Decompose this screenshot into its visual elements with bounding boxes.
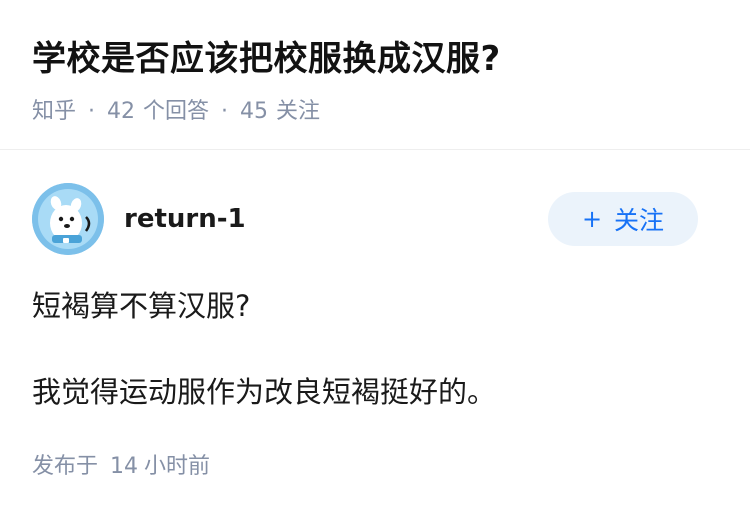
follow-button-label: 关注 [614,206,665,235]
publish-number: 14 [110,454,139,479]
meta-separator: · [221,99,229,124]
question-meta: 知乎 · 42 个回答 · 45 关注 [32,96,718,128]
avatar-icon [32,183,104,255]
avatar[interactable] [32,183,104,255]
follow-count: 45 关注 [240,96,320,128]
author-name[interactable]: return-1 [124,199,246,239]
answer-content: 短褐算不算汉服? 我觉得运动服作为改良短褐挺好的。 [32,282,712,416]
answer-count-number: 42 [107,99,136,124]
plus-icon: + [581,205,603,233]
meta-separator: · [88,99,96,124]
answer-count-label: 个回答 [143,99,210,124]
publish-time: 发布于 14 小时前 [32,450,210,484]
follow-count-number: 45 [240,99,269,124]
source-label[interactable]: 知乎 [32,96,76,128]
answer-paragraph: 短褐算不算汉服? [32,289,251,323]
question-title[interactable]: 学校是否应该把校服换成汉服? [32,30,718,88]
answer-paragraph: 我觉得运动服作为改良短褐挺好的。 [32,375,497,409]
publish-label: 发布于 [32,454,99,479]
follow-button[interactable]: + 关注 [548,192,698,246]
question-header: 学校是否应该把校服换成汉服? 知乎 · 42 个回答 · 45 关注 [0,0,750,150]
follow-count-label: 关注 [276,99,321,124]
publish-unit: 小时前 [144,454,211,479]
answer-count[interactable]: 42 个回答 [107,96,209,128]
